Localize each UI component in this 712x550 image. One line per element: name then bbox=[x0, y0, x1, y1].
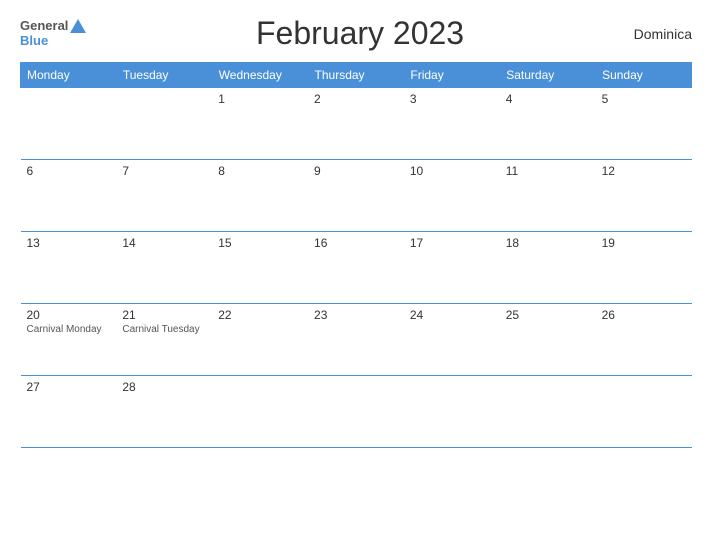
day-number: 24 bbox=[410, 308, 494, 322]
day-number: 11 bbox=[506, 164, 590, 178]
logo-triangle-icon bbox=[70, 19, 86, 33]
day-number: 6 bbox=[27, 164, 111, 178]
calendar-cell: 16 bbox=[308, 232, 404, 304]
calendar-cell bbox=[596, 376, 692, 448]
col-sunday: Sunday bbox=[596, 63, 692, 88]
day-number: 5 bbox=[602, 92, 686, 106]
col-monday: Monday bbox=[21, 63, 117, 88]
day-number: 4 bbox=[506, 92, 590, 106]
calendar-week-row: 20 Carnival Monday 21 Carnival Tuesday 22 23 2… bbox=[21, 304, 692, 376]
day-number: 2 bbox=[314, 92, 398, 106]
country-label: Dominica bbox=[634, 26, 692, 42]
calendar-cell: 3 bbox=[404, 88, 500, 160]
calendar-cell: 15 bbox=[212, 232, 308, 304]
day-number: 3 bbox=[410, 92, 494, 106]
day-number: 7 bbox=[122, 164, 206, 178]
calendar-cell: 2 bbox=[308, 88, 404, 160]
calendar-cell bbox=[500, 376, 596, 448]
calendar-cell: 26 bbox=[596, 304, 692, 376]
day-number: 8 bbox=[218, 164, 302, 178]
col-saturday: Saturday bbox=[500, 63, 596, 88]
calendar-cell: 25 bbox=[500, 304, 596, 376]
calendar-week-row: 27 28 bbox=[21, 376, 692, 448]
calendar-cell: 18 bbox=[500, 232, 596, 304]
calendar-cell bbox=[116, 88, 212, 160]
calendar-cell: 19 bbox=[596, 232, 692, 304]
calendar-cell: 4 bbox=[500, 88, 596, 160]
day-number: 19 bbox=[602, 236, 686, 250]
calendar-cell: 28 bbox=[116, 376, 212, 448]
calendar-cell: 17 bbox=[404, 232, 500, 304]
calendar-cell: 14 bbox=[116, 232, 212, 304]
calendar-cell: 24 bbox=[404, 304, 500, 376]
header: General Blue February 2023 Dominica bbox=[20, 15, 692, 52]
calendar-cell: 9 bbox=[308, 160, 404, 232]
calendar-cell: 21 Carnival Tuesday bbox=[116, 304, 212, 376]
day-number: 27 bbox=[27, 380, 111, 394]
calendar-cell bbox=[404, 376, 500, 448]
day-number: 22 bbox=[218, 308, 302, 322]
day-number: 26 bbox=[602, 308, 686, 322]
calendar-cell bbox=[308, 376, 404, 448]
col-thursday: Thursday bbox=[308, 63, 404, 88]
day-number: 13 bbox=[27, 236, 111, 250]
holiday-label: Carnival Tuesday bbox=[122, 324, 206, 335]
calendar-title: February 2023 bbox=[86, 15, 633, 52]
day-number: 17 bbox=[410, 236, 494, 250]
day-number: 28 bbox=[122, 380, 206, 394]
day-number: 18 bbox=[506, 236, 590, 250]
calendar-week-row: 6789 10 11 12 bbox=[21, 160, 692, 232]
calendar-cell bbox=[21, 88, 117, 160]
calendar-table: Monday Tuesday Wednesday Thursday Friday… bbox=[20, 62, 692, 448]
day-number: 1 bbox=[218, 92, 302, 106]
calendar-cell: 7 bbox=[116, 160, 212, 232]
logo: General Blue bbox=[20, 19, 86, 48]
calendar-week-row: 12345 bbox=[21, 88, 692, 160]
col-friday: Friday bbox=[404, 63, 500, 88]
calendar-cell: 6 bbox=[21, 160, 117, 232]
calendar-cell: 22 bbox=[212, 304, 308, 376]
calendar-cell: 1 bbox=[212, 88, 308, 160]
calendar-cell: 20 Carnival Monday bbox=[21, 304, 117, 376]
day-number: 9 bbox=[314, 164, 398, 178]
col-wednesday: Wednesday bbox=[212, 63, 308, 88]
calendar-cell: 10 bbox=[404, 160, 500, 232]
day-number: 20 bbox=[27, 308, 111, 322]
day-number: 10 bbox=[410, 164, 494, 178]
calendar-cell bbox=[212, 376, 308, 448]
calendar-header-row: Monday Tuesday Wednesday Thursday Friday… bbox=[21, 63, 692, 88]
calendar-week-row: 13 14 15 16 17 18 19 bbox=[21, 232, 692, 304]
col-tuesday: Tuesday bbox=[116, 63, 212, 88]
day-number: 25 bbox=[506, 308, 590, 322]
day-number: 16 bbox=[314, 236, 398, 250]
day-number: 15 bbox=[218, 236, 302, 250]
calendar-cell: 23 bbox=[308, 304, 404, 376]
day-number: 14 bbox=[122, 236, 206, 250]
page: General Blue February 2023 Dominica Mond… bbox=[0, 0, 712, 550]
logo-blue-text: Blue bbox=[20, 34, 86, 48]
day-number: 23 bbox=[314, 308, 398, 322]
calendar-cell: 13 bbox=[21, 232, 117, 304]
day-number: 12 bbox=[602, 164, 686, 178]
day-number: 21 bbox=[122, 308, 206, 322]
calendar-cell: 12 bbox=[596, 160, 692, 232]
holiday-label: Carnival Monday bbox=[27, 324, 111, 335]
calendar-cell: 5 bbox=[596, 88, 692, 160]
calendar-cell: 8 bbox=[212, 160, 308, 232]
calendar-cell: 11 bbox=[500, 160, 596, 232]
logo-general-text: General bbox=[20, 19, 68, 33]
calendar-cell: 27 bbox=[21, 376, 117, 448]
